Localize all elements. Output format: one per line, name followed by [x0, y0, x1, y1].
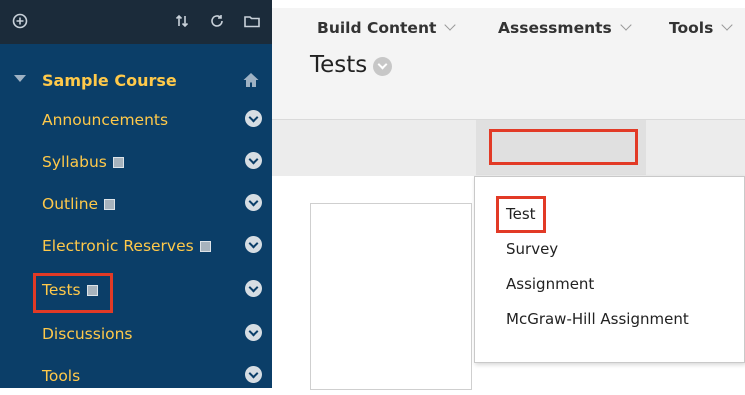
chevron-down-icon[interactable]: [245, 236, 262, 253]
sidebar-item-label[interactable]: Syllabus: [42, 153, 107, 171]
menu-item-mcgraw-hill-assignment[interactable]: McGraw-Hill Assignment: [506, 310, 689, 328]
chevron-down-icon[interactable]: [373, 57, 392, 76]
sidebar-item-label[interactable]: Outline: [42, 195, 98, 213]
course-menu-sidebar: Sample Course Announcements Syllabus Out…: [0, 0, 272, 388]
home-icon[interactable]: [241, 70, 261, 90]
tests-highlight-box: [33, 273, 113, 313]
course-title-row[interactable]: Sample Course: [0, 62, 272, 98]
assessments-highlight-box: [489, 129, 638, 165]
sidebar-item-label[interactable]: Electronic Reserves: [42, 237, 194, 255]
sidebar-item-outline[interactable]: Outline: [0, 187, 272, 223]
page-icon: [104, 199, 116, 210]
course-title[interactable]: Sample Course: [42, 71, 177, 90]
chevron-down-icon[interactable]: [245, 366, 262, 383]
chevron-down-icon: [721, 19, 734, 31]
assessments-button[interactable]: Assessments: [498, 19, 632, 37]
menu-item-survey[interactable]: Survey: [506, 240, 558, 258]
collapse-caret-icon[interactable]: [14, 75, 26, 82]
sort-icon[interactable]: [172, 11, 192, 31]
chevron-down-icon[interactable]: [245, 324, 262, 341]
chevron-down-icon[interactable]: [245, 194, 262, 211]
page-title: Tests: [310, 52, 368, 78]
sidebar-item-label[interactable]: Discussions: [42, 325, 133, 343]
build-content-button[interactable]: Build Content: [317, 19, 457, 37]
refresh-icon[interactable]: [207, 11, 227, 31]
sidebar-item-announcements[interactable]: Announcements: [0, 103, 272, 139]
add-icon[interactable]: [10, 11, 30, 31]
sidebar-item-tools[interactable]: Tools: [0, 359, 272, 395]
tools-button[interactable]: Tools: [669, 19, 734, 37]
course-menu-toolbar: [0, 0, 272, 44]
content-area: [310, 203, 472, 390]
sidebar-item-electronic-reserves[interactable]: Electronic Reserves: [0, 229, 272, 265]
sidebar-item-label[interactable]: Tools: [42, 367, 80, 385]
sidebar-item-syllabus[interactable]: Syllabus: [0, 145, 272, 181]
folder-icon[interactable]: [242, 11, 262, 31]
page-icon: [112, 157, 124, 168]
test-highlight-box: [496, 196, 546, 233]
chevron-down-icon[interactable]: [245, 152, 262, 169]
chevron-down-icon: [620, 19, 632, 31]
chevron-down-icon[interactable]: [245, 280, 262, 297]
sidebar-item-discussions[interactable]: Discussions: [0, 317, 272, 353]
sidebar-item-label[interactable]: Announcements: [42, 111, 168, 129]
page-icon: [199, 241, 211, 252]
chevron-down-icon[interactable]: [245, 110, 262, 127]
chevron-down-icon: [444, 19, 457, 31]
menu-item-assignment[interactable]: Assignment: [506, 275, 594, 293]
